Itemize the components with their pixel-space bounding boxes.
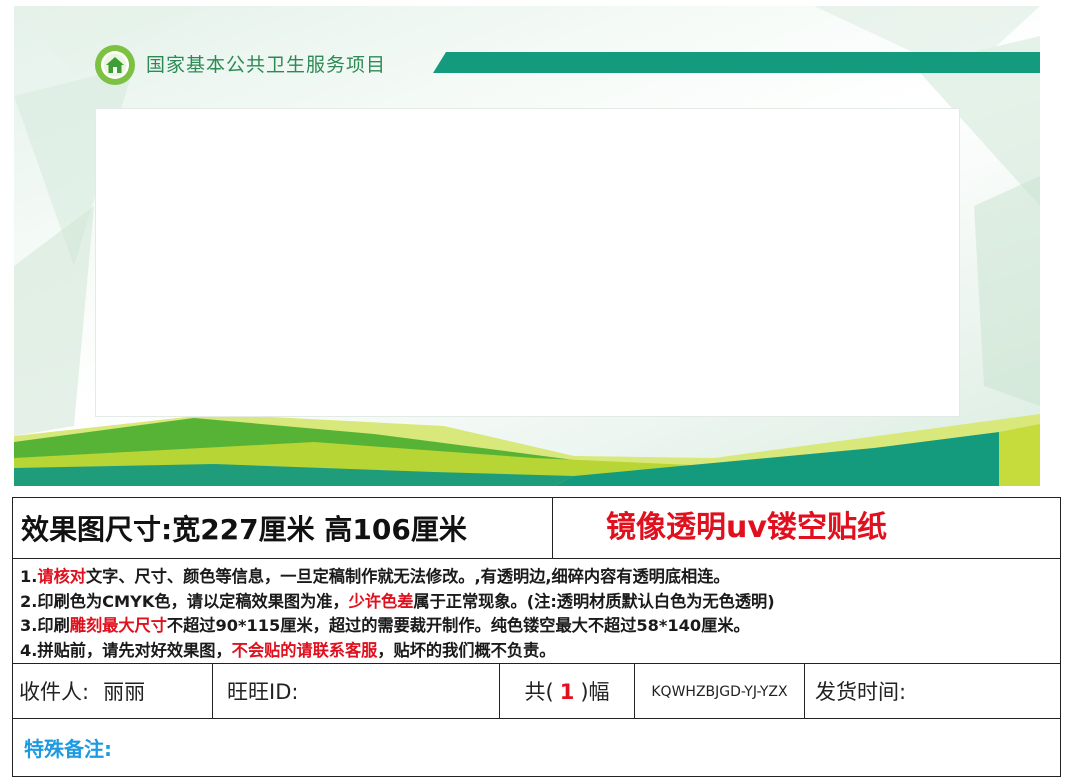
order-info-table: 效果图尺寸:宽227厘米 高106厘米 镜像透明uv镂空贴纸 1.请核对文字、尺… <box>12 497 1061 777</box>
ship-time-label: 发货时间: <box>815 680 907 704</box>
recipient-label: 收件人: <box>19 680 90 704</box>
order-row: 收件人: 丽丽 旺旺ID: 共(1)幅 KQWHZBJGD-YJ-YZX 发货时间… <box>13 664 1060 719</box>
note-1: 1.请核对文字、尺寸、颜色等信息，一旦定稿制作就无法修改。,有透明边,细碎内容有… <box>20 567 730 586</box>
blank-content-panel <box>95 108 960 417</box>
note-highlight: 不会贴的请联系客服 <box>231 640 378 660</box>
note-highlight: 雕刻最大尺寸 <box>69 616 167 635</box>
note-3: 3.印刷雕刻最大尺寸不超过90*115厘米，超过的需要裁开制作。纯色镂空最大不超… <box>20 616 750 635</box>
spec-row: 效果图尺寸:宽227厘米 高106厘米 镜像透明uv镂空贴纸 <box>13 498 1060 559</box>
special-remark-label: 特殊备注: <box>24 737 112 761</box>
remark-row: 特殊备注: <box>13 719 1060 777</box>
note-highlight: 少许色差 <box>348 591 414 611</box>
header-band <box>433 52 1040 73</box>
product-name: 镜像透明uv镂空贴纸 <box>606 510 887 545</box>
recipient-value: 丽丽 <box>103 680 146 704</box>
note-4: 4.拼贴前，请先对好效果图，不会贴的请联系客服，贴坏的我们概不负责。 <box>20 640 556 660</box>
note-2: 2.印刷色为CMYK色，请以定稿效果图为准，少许色差属于正常现象。(注:透明材质… <box>20 591 775 611</box>
recipient-cell: 收件人: 丽丽 <box>13 664 213 718</box>
wangwang-id-cell: 旺旺ID: <box>213 664 500 718</box>
design-preview: 国家基本公共卫生服务项目 <box>14 6 1040 486</box>
wangwang-id-label: 旺旺ID: <box>227 680 299 704</box>
panel-count-cell: 共(1)幅 <box>500 664 635 718</box>
ship-time-cell: 发货时间: <box>805 664 1060 718</box>
project-logo-icon <box>94 44 136 86</box>
note-highlight: 请核对 <box>37 567 86 586</box>
size-spec: 效果图尺寸:宽227厘米 高106厘米 <box>13 498 553 559</box>
product-code: KQWHZBJGD-YJ-YZX <box>635 664 805 718</box>
project-title: 国家基本公共卫生服务项目 <box>146 54 387 76</box>
wave-lime-edge <box>999 424 1040 486</box>
notes-section: 1.请核对文字、尺寸、颜色等信息，一旦定稿制作就无法修改。,有透明边,细碎内容有… <box>13 559 1060 664</box>
panel-count-value: 1 <box>559 680 575 704</box>
